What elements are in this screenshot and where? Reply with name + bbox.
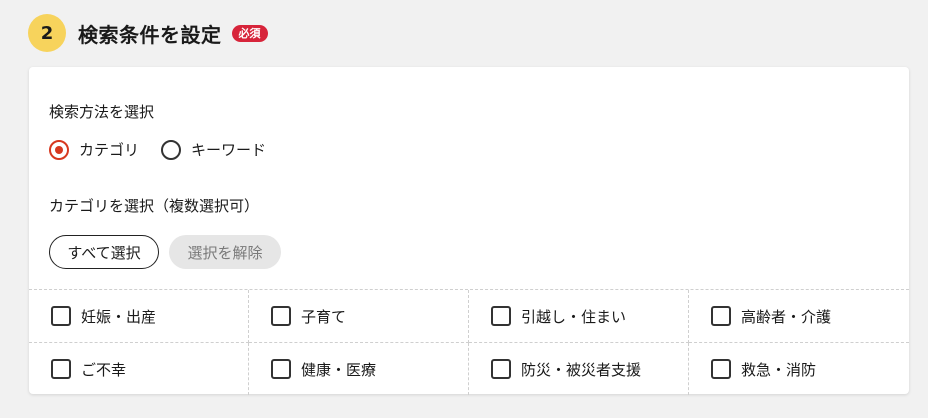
category-action-buttons: すべて選択 選択を解除 [49,235,281,269]
category-item-moving-housing[interactable]: 引越し・住まい [469,290,689,343]
section-title: 検索条件を設定 [78,22,222,47]
checkbox[interactable] [711,359,731,379]
category-checkbox-grid: 妊娠・出産 子育て 引越し・住まい 高齢者・介護 ご不幸 健康・医療 防災・被災… [29,289,909,395]
radio-option-keyword[interactable]: キーワード [161,139,266,160]
category-item-disaster-support[interactable]: 防災・被災者支援 [469,343,689,395]
checkbox[interactable] [51,359,71,379]
radio-button-category[interactable] [49,139,69,160]
clear-selection-button[interactable]: 選択を解除 [169,235,281,269]
checkbox[interactable] [491,359,511,379]
radio-option-category[interactable]: カテゴリ [49,139,139,160]
step-number-badge: 2 [28,14,66,52]
category-item-elderly-care[interactable]: 高齢者・介護 [689,290,909,343]
checkbox[interactable] [491,306,511,326]
category-item-emergency-fire[interactable]: 救急・消防 [689,343,909,395]
checkbox[interactable] [271,359,291,379]
category-select-label: カテゴリを選択（複数選択可） [49,197,260,215]
category-item-label: ご不幸 [81,360,127,379]
category-item-childcare[interactable]: 子育て [249,290,469,343]
category-item-bereavement[interactable]: ご不幸 [29,343,249,395]
category-item-label: 妊娠・出産 [81,307,157,326]
category-item-label: 子育て [301,307,347,326]
radio-button-keyword[interactable] [161,139,182,160]
checkbox[interactable] [51,306,71,326]
select-all-button[interactable]: すべて選択 [49,235,159,269]
required-badge: 必須 [231,24,268,42]
category-item-label: 救急・消防 [741,360,817,379]
checkbox[interactable] [711,306,731,326]
category-item-label: 健康・医療 [301,360,377,379]
category-item-health-medical[interactable]: 健康・医療 [249,343,469,395]
category-item-label: 高齢者・介護 [741,307,832,326]
category-item-label: 引越し・住まい [521,307,627,326]
radio-label-keyword: キーワード [191,141,267,159]
category-item-pregnancy[interactable]: 妊娠・出産 [29,290,249,343]
category-item-label: 防災・被災者支援 [521,360,642,379]
search-method-label: 検索方法を選択 [49,103,155,121]
section-header: 2 検索条件を設定 必須 [28,14,268,52]
search-method-radio-group: カテゴリ キーワード [49,139,288,160]
checkbox[interactable] [271,306,291,326]
search-conditions-card: 検索方法を選択 カテゴリ キーワード カテゴリを選択（複数選択可） すべて選択 … [29,67,909,395]
radio-label-category: カテゴリ [79,141,140,159]
